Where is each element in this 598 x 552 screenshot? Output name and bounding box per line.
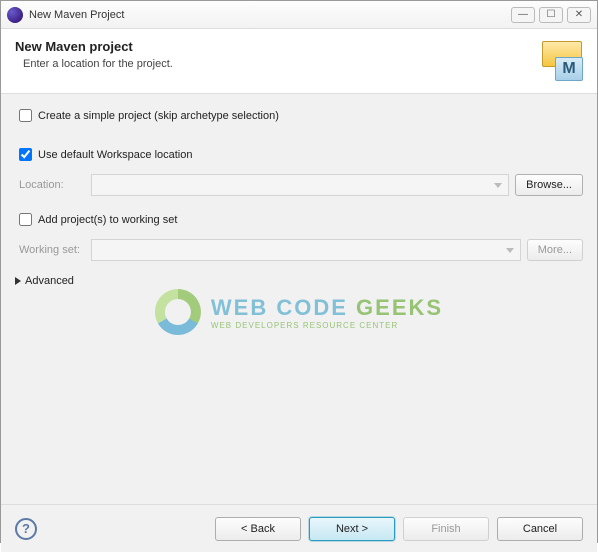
create-simple-project-label: Create a simple project (skip archetype … [38,110,279,122]
window-buttons: — ☐ ✕ [511,7,591,23]
advanced-toggle[interactable]: Advanced [15,275,583,287]
footer: ? < Back Next > Finish Cancel [1,504,597,552]
page-subtitle: Enter a location for the project. [15,58,541,70]
maven-badge-icon: M [555,57,583,81]
working-set-label: Working set: [15,244,85,256]
app-icon [7,7,23,23]
advanced-label: Advanced [25,275,74,287]
location-label: Location: [15,179,85,191]
use-default-workspace-label: Use default Workspace location [38,149,193,161]
cancel-button[interactable]: Cancel [497,517,583,541]
back-button[interactable]: < Back [215,517,301,541]
use-default-workspace-checkbox[interactable]: Use default Workspace location [15,145,583,164]
next-button[interactable]: Next > [309,517,395,541]
maximize-button[interactable]: ☐ [539,7,563,23]
wizard-header: New Maven project Enter a location for t… [1,29,597,94]
watermark-brand: WEB CODE GEEKS [211,295,443,321]
more-button: More... [527,239,583,261]
browse-button[interactable]: Browse... [515,174,583,196]
location-combo[interactable] [91,174,509,196]
add-working-set-checkbox[interactable]: Add project(s) to working set [15,210,583,229]
window-title: New Maven Project [29,9,511,21]
add-working-set-input[interactable] [19,213,32,226]
wizard-icon: M [541,39,583,81]
working-set-row: Working set: More... [15,239,583,261]
watermark-tagline: WEB DEVELOPERS RESOURCE CENTER [211,321,443,330]
close-button[interactable]: ✕ [567,7,591,23]
titlebar: New Maven Project — ☐ ✕ [1,1,597,29]
watermark: WEB CODE GEEKS WEB DEVELOPERS RESOURCE C… [155,289,443,335]
help-icon[interactable]: ? [15,518,37,540]
add-working-set-label: Add project(s) to working set [38,214,177,226]
create-simple-project-input[interactable] [19,109,32,122]
chevron-right-icon [15,277,21,285]
watermark-logo-icon [155,289,201,335]
page-title: New Maven project [15,39,541,54]
minimize-button[interactable]: — [511,7,535,23]
finish-button: Finish [403,517,489,541]
content-area: Create a simple project (skip archetype … [1,94,597,504]
working-set-combo [91,239,521,261]
location-row: Location: Browse... [15,174,583,196]
use-default-workspace-input[interactable] [19,148,32,161]
create-simple-project-checkbox[interactable]: Create a simple project (skip archetype … [15,106,583,125]
